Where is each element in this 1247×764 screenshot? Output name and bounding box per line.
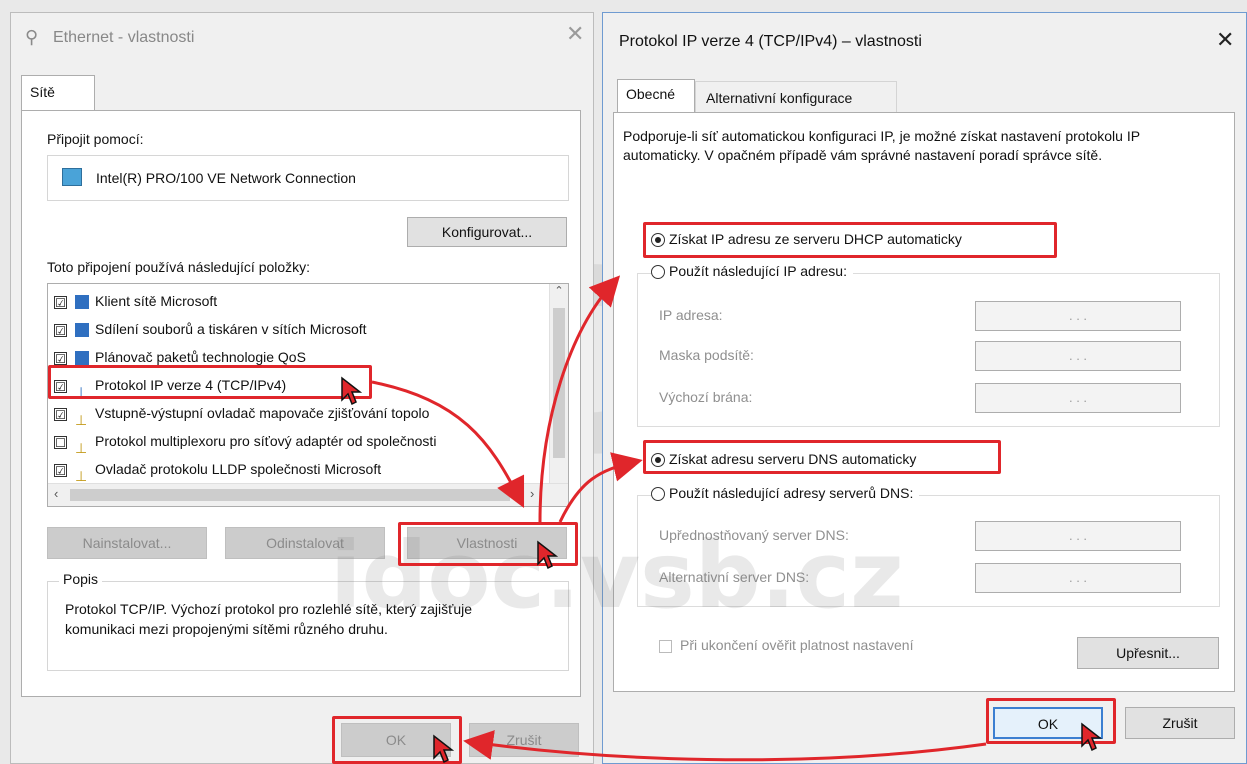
cancel-button[interactable]: Zrušit bbox=[1125, 707, 1235, 739]
protocol-icon: ⊥ bbox=[75, 412, 88, 429]
alternate-dns-label: Alternativní server DNS: bbox=[659, 569, 810, 585]
radio-ip-manual[interactable]: Použít následující IP adresu: bbox=[651, 263, 853, 280]
close-icon[interactable]: ✕ bbox=[566, 21, 584, 47]
preferred-dns-label: Upřednostňovaný server DNS: bbox=[659, 527, 849, 543]
close-icon[interactable]: ✕ bbox=[1216, 27, 1234, 53]
mouse-cursor-icon bbox=[537, 540, 558, 570]
scroll-up-icon[interactable]: ⌃ bbox=[550, 284, 568, 297]
description-title: Popis bbox=[59, 571, 103, 587]
preferred-dns-field[interactable]: . . . bbox=[975, 521, 1181, 551]
item-label: Klient sítě Microsoft bbox=[95, 293, 218, 309]
checkbox[interactable]: ☑ bbox=[54, 323, 67, 337]
list-item[interactable]: ☑ ⊥ Ovladač protokolu LLDP společnosti Mic… bbox=[54, 456, 382, 485]
checkbox[interactable]: ☑ bbox=[54, 295, 67, 309]
description-text: Protokol TCP/IP. Výchozí protokol pro ro… bbox=[65, 601, 473, 637]
tab-alternative[interactable]: Alternativní konfigurace bbox=[695, 81, 897, 113]
network-adapter-icon: ⚲ bbox=[25, 27, 39, 47]
checkbox-icon bbox=[659, 639, 672, 653]
tab-general[interactable]: Obecné bbox=[617, 79, 695, 113]
intro-text: Podporuje-li síť automatickou konfigurac… bbox=[623, 128, 1140, 163]
adapter-name: Intel(R) PRO/100 VE Network Connection bbox=[96, 170, 356, 186]
checkbox[interactable]: ☑ bbox=[54, 407, 67, 421]
scrollbar-thumb[interactable] bbox=[70, 489, 510, 501]
default-gateway-field[interactable]: . . . bbox=[975, 383, 1181, 413]
tab-label: Sítě bbox=[30, 84, 55, 100]
protocol-icon: ⊥ bbox=[75, 440, 88, 457]
tab-networks[interactable]: Sítě bbox=[21, 75, 95, 111]
item-label: Protokol multiplexoru pro síťový adaptér… bbox=[95, 433, 437, 449]
mouse-cursor-icon bbox=[341, 376, 362, 406]
highlight-dhcp-radio bbox=[643, 222, 1057, 258]
item-label: Vstupně-výstupní ovladač mapovače zjišťo… bbox=[95, 405, 430, 421]
window-title: Ethernet - vlastnosti bbox=[53, 29, 195, 46]
cancel-button[interactable]: Zrušit bbox=[469, 723, 579, 757]
checkbox[interactable]: ☑ bbox=[54, 351, 67, 365]
scroll-left-icon[interactable]: ‹ bbox=[54, 486, 58, 501]
list-item[interactable]: ☑ ⊥ Vstupně-výstupní ovladač mapovače zjiš… bbox=[54, 400, 430, 429]
tab-label: Alternativní konfigurace bbox=[706, 90, 853, 106]
ip-address-field[interactable]: . . . bbox=[975, 301, 1181, 331]
scroll-right-icon[interactable]: › bbox=[530, 486, 534, 501]
network-card-icon bbox=[62, 168, 82, 186]
subnet-mask-field[interactable]: . . . bbox=[975, 341, 1181, 371]
advanced-button[interactable]: Upřesnit... bbox=[1077, 637, 1219, 669]
service-icon bbox=[75, 323, 89, 338]
horizontal-scrollbar[interactable]: ‹ › bbox=[48, 483, 568, 506]
highlight-ipv4-item bbox=[48, 365, 372, 399]
items-label: Toto připojení používá následující polož… bbox=[47, 259, 311, 275]
install-button[interactable]: Nainstalovat... bbox=[47, 527, 207, 559]
uninstall-button[interactable]: Odinstalovat bbox=[225, 527, 385, 559]
list-item[interactable]: ☑ Sdílení souborů a tiskáren v sítích Mic… bbox=[54, 316, 367, 342]
mouse-cursor-icon bbox=[433, 734, 454, 764]
ipv4-properties-dialog: Protokol IP verze 4 (TCP/IPv4) – vlastno… bbox=[602, 12, 1247, 764]
item-label: Plánovač paketů technologie QoS bbox=[95, 349, 306, 365]
vertical-scrollbar[interactable]: ⌃ bbox=[549, 284, 568, 484]
checkbox[interactable]: ☐ bbox=[54, 435, 67, 449]
ip-address-label: IP adresa: bbox=[659, 307, 723, 323]
list-item[interactable]: ☐ ⊥ Protokol multiplexoru pro síťový adapt… bbox=[54, 428, 437, 457]
validate-settings-checkbox[interactable]: Při ukončení ověřit platnost nastavení bbox=[659, 637, 913, 653]
tab-label: Obecné bbox=[626, 86, 676, 102]
default-gateway-label: Výchozí brána: bbox=[659, 389, 753, 405]
protocol-icon: ⊥ bbox=[75, 468, 88, 485]
service-icon bbox=[75, 351, 89, 366]
adapter-box: Intel(R) PRO/100 VE Network Connection bbox=[47, 155, 569, 201]
configure-button[interactable]: Konfigurovat... bbox=[407, 217, 567, 247]
radio-dns-manual[interactable]: Použít následující adresy serverů DNS: bbox=[651, 485, 920, 502]
list-item[interactable]: ☑ Klient sítě Microsoft bbox=[54, 288, 217, 314]
client-icon bbox=[75, 295, 89, 310]
highlight-dns-radio bbox=[643, 440, 1001, 474]
checkbox-label: Při ukončení ověřit platnost nastavení bbox=[680, 637, 914, 653]
window-title: Protokol IP verze 4 (TCP/IPv4) – vlastno… bbox=[619, 33, 922, 50]
mouse-cursor-icon bbox=[1081, 722, 1102, 752]
radio-label: Použít následující IP adresu: bbox=[669, 263, 847, 279]
item-label: Sdílení souborů a tiskáren v sítích Micr… bbox=[95, 321, 367, 337]
radio-label: Použít následující adresy serverů DNS: bbox=[669, 485, 914, 501]
radio-unselected-icon bbox=[651, 265, 665, 280]
checkbox[interactable]: ☑ bbox=[54, 463, 67, 477]
subnet-mask-label: Maska podsítě: bbox=[659, 347, 754, 363]
alternate-dns-field[interactable]: . . . bbox=[975, 563, 1181, 593]
radio-unselected-icon bbox=[651, 487, 665, 502]
item-label: Ovladač protokolu LLDP společnosti Micro… bbox=[95, 461, 382, 477]
connect-using-label: Připojit pomocí: bbox=[47, 131, 144, 147]
scrollbar-thumb[interactable] bbox=[553, 308, 565, 458]
